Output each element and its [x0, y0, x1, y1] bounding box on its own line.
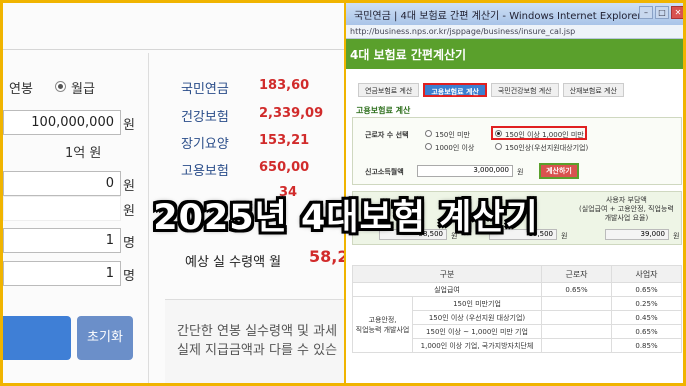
calculate-button[interactable] [3, 316, 71, 360]
table-cell [541, 338, 612, 353]
table-cell: 0.65% [611, 324, 682, 339]
annual-salary-label: 연봉 [9, 82, 33, 97]
section-title: 고용보험료 계산 [356, 106, 411, 115]
employment-value: 650,00 [259, 160, 310, 175]
close-icon[interactable]: ✕ [671, 6, 683, 19]
table-cell: 0.25% [611, 296, 682, 311]
longterm-care-label: 장기요양 [181, 137, 229, 152]
pension-value: 183,60 [259, 78, 310, 93]
tab-pension[interactable]: 연금보험료 계산 [358, 83, 420, 97]
description-line: 실제 지급금액과 다를 수 있슨 [177, 343, 338, 358]
calculator-tabs: 연금보험료 계산 고용보험료 계산 국민건강보험 계산 산재보험료 계산 [358, 83, 624, 97]
reset-button[interactable]: 초기화 [77, 316, 133, 360]
net-pay-label: 예상 실 수령액 월 [185, 255, 282, 270]
pension-label: 국민연금 [181, 82, 229, 97]
table-cell: 150인 이상 ~ 1,000인 미만 기업 [412, 324, 542, 339]
maximize-icon[interactable]: □ [655, 6, 669, 19]
income-input[interactable]: 3,000,000 [417, 165, 513, 177]
net-pay-value: 58,2 [309, 247, 349, 266]
option-radio[interactable] [495, 130, 502, 137]
header-worker: 근로자 [541, 265, 612, 283]
option-label: 150인 이상 1,000인 미만 [505, 131, 584, 139]
option-label: 150인 미만 [435, 131, 470, 139]
monthly-radio[interactable] [55, 81, 66, 92]
health-label: 건강보험 [181, 110, 229, 125]
group-label: 고용안정, 직업능력 개발사업 [352, 296, 413, 353]
tab-industrial[interactable]: 산재보험료 계산 [562, 83, 624, 97]
employment-form: 근로자 수 선택 150인 미만 150인 이상 1,000인 미만 1000인… [352, 117, 682, 185]
app-header: 4대 보험료 간편계산기 [346, 39, 683, 69]
won-unit: 원 [517, 168, 524, 176]
monthly-label: 월급 [71, 82, 95, 97]
window-title: 국민연금 | 4대 보험료 간편 계산기 - Windows Internet … [354, 11, 642, 22]
table-cell: 0.65% [541, 282, 612, 297]
option-radio[interactable] [425, 143, 432, 150]
tab-employment[interactable]: 고용보험료 계산 [423, 83, 487, 97]
table-cell [541, 296, 612, 311]
won-unit: 원 [123, 118, 135, 133]
option-radio[interactable] [495, 143, 502, 150]
table-cell: 150인 이상 (우선지원 대상기업) [412, 310, 542, 325]
header-employer: 사업자 [611, 265, 682, 283]
table-cell: 실업급여 [352, 282, 542, 297]
rate-table: 구분 근로자 사업자 실업급여 0.65% 0.65% 고용안정, 직업능력 개… [352, 265, 682, 353]
salary-hint: 1억 원 [65, 146, 102, 161]
table-header: 구분 근로자 사업자 [352, 265, 682, 283]
divider [3, 49, 344, 50]
table-cell: 0.85% [611, 338, 682, 353]
overlay-headline: 2025년 4대보험 계산기 [153, 198, 539, 238]
option-label: 1000인 이상 [435, 144, 475, 152]
table-row: 고용안정, 직업능력 개발사업 150인 미만기업 0.25% [352, 296, 682, 353]
screenshot-frame: 연봉 월급 100,000,000 원 1억 원 0 원 원 1 명 1 명 초… [0, 0, 686, 386]
header-category: 구분 [352, 265, 542, 283]
minimize-icon[interactable]: – [639, 6, 653, 19]
table-cell: 1,000인 이상 기업, 국가지방자치단체 [412, 338, 542, 353]
children-input[interactable]: 1 [3, 261, 121, 286]
health-value: 2,339,09 [259, 106, 324, 121]
option-label: 150인상(우선지원대상기업) [505, 144, 589, 152]
table-cell: 0.45% [611, 310, 682, 325]
salary-input[interactable]: 100,000,000 [3, 110, 121, 135]
longterm-care-value: 153,21 [259, 133, 310, 148]
person-unit: 명 [123, 269, 135, 284]
table-cell [541, 310, 612, 325]
employment-label: 고용보험 [181, 164, 229, 179]
tab-health[interactable]: 국민건강보험 계산 [490, 83, 559, 97]
table-row: 실업급여 0.65% 0.65% [352, 282, 682, 297]
description-line: 간단한 연봉 실수령액 및 과세 [177, 324, 338, 339]
option-radio[interactable] [425, 130, 432, 137]
income-label: 신고소득월액 [365, 168, 404, 176]
table-cell [541, 324, 612, 339]
table-cell: 0.65% [611, 282, 682, 297]
worker-count-label: 근로자 수 선택 [365, 131, 409, 139]
address-bar[interactable]: http://business.nps.or.kr/jsppage/busine… [346, 25, 683, 39]
window-titlebar: 국민연금 | 4대 보험료 간편 계산기 - Windows Internet … [346, 3, 683, 25]
calculate-button[interactable]: 계산하기 [539, 163, 579, 179]
table-cell: 150인 미만기업 [412, 296, 542, 311]
